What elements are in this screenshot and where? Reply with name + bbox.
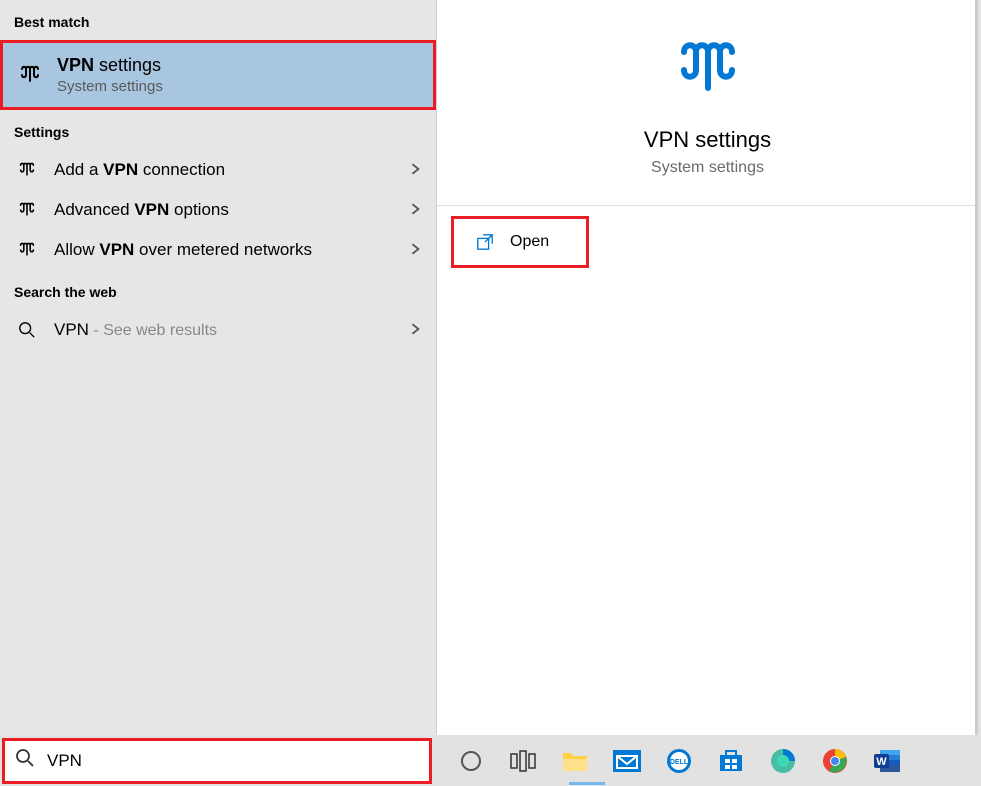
open-label: Open — [510, 233, 549, 251]
results-left-column: Best match VPN settings System settings … — [0, 0, 437, 735]
taskbar: DELL W — [0, 735, 981, 786]
web-result-label: VPN - See web results — [54, 320, 410, 340]
settings-item-label: Allow VPN over metered networks — [54, 240, 410, 260]
best-match-title: VPN settings — [57, 55, 163, 76]
section-settings: Settings — [0, 110, 436, 150]
active-app-indicator — [569, 782, 605, 785]
task-view-icon[interactable] — [506, 744, 540, 778]
search-icon — [14, 321, 40, 339]
taskbar-search-box[interactable] — [2, 738, 432, 784]
scrollbar[interactable] — [975, 0, 978, 735]
settings-item-advanced-vpn[interactable]: Advanced VPN options — [0, 190, 436, 230]
section-web: Search the web — [0, 270, 436, 310]
vpn-icon — [14, 242, 40, 258]
open-button[interactable]: Open — [451, 216, 589, 268]
word-icon[interactable]: W — [870, 744, 904, 778]
taskbar-tray: DELL W — [454, 744, 904, 778]
vpn-icon — [14, 202, 40, 218]
store-icon[interactable] — [714, 744, 748, 778]
best-match-labels: VPN settings System settings — [57, 55, 163, 95]
search-input[interactable] — [47, 751, 419, 771]
chevron-right-icon — [410, 200, 422, 220]
settings-item-label: Add a VPN connection — [54, 160, 410, 180]
chevron-right-icon — [410, 160, 422, 180]
best-match-subtitle: System settings — [57, 78, 163, 95]
search-results-panel: Best match VPN settings System settings … — [0, 0, 978, 735]
settings-item-label: Advanced VPN options — [54, 200, 410, 220]
mail-icon[interactable] — [610, 744, 644, 778]
settings-item-add-vpn[interactable]: Add a VPN connection — [0, 150, 436, 190]
vpn-icon — [14, 162, 40, 178]
best-match-vpn-settings[interactable]: VPN settings System settings — [0, 40, 436, 110]
chrome-icon[interactable] — [818, 744, 852, 778]
search-icon — [15, 748, 35, 773]
preview-hero: VPN settings System settings — [437, 0, 978, 206]
web-result-vpn[interactable]: VPN - See web results — [0, 310, 436, 350]
preview-column: VPN settings System settings Open — [437, 0, 978, 735]
preview-title: VPN settings — [644, 127, 771, 153]
settings-item-allow-vpn-metered[interactable]: Allow VPN over metered networks — [0, 230, 436, 270]
section-best-match: Best match — [0, 0, 436, 40]
file-explorer-icon[interactable] — [558, 744, 592, 778]
svg-text:DELL: DELL — [670, 759, 689, 766]
edge-icon[interactable] — [766, 744, 800, 778]
chevron-right-icon — [410, 240, 422, 260]
preview-subtitle: System settings — [651, 159, 764, 177]
open-icon — [474, 233, 496, 251]
vpn-icon — [669, 40, 747, 105]
cortana-icon[interactable] — [454, 744, 488, 778]
chevron-right-icon — [410, 320, 422, 340]
svg-text:W: W — [876, 756, 887, 768]
vpn-icon — [17, 65, 43, 85]
dell-icon[interactable]: DELL — [662, 744, 696, 778]
